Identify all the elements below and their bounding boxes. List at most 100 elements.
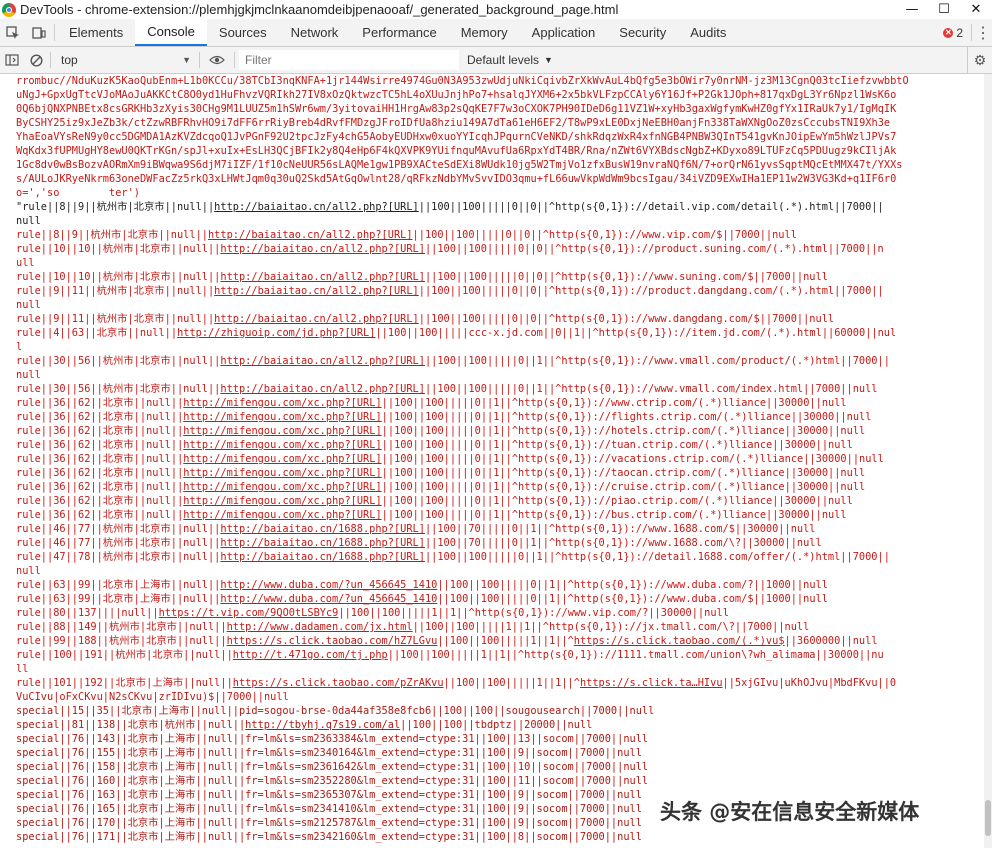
console-log-line: rule||30||56||杭州市|北京市||null||http://baia… bbox=[16, 355, 890, 367]
tab-performance[interactable]: Performance bbox=[350, 19, 448, 46]
console-log-line: rule||36||62||北京市||null||http://mifengou… bbox=[16, 425, 866, 437]
live-expression-eye-icon[interactable] bbox=[202, 55, 232, 65]
device-toolbar-icon[interactable] bbox=[26, 19, 52, 46]
console-link[interactable]: http://mifengou.com/xc.php?[URL] bbox=[183, 495, 381, 507]
watermark-text: 头条 @安在信息安全新媒体 bbox=[660, 800, 920, 824]
minimize-button[interactable]: — bbox=[896, 0, 928, 19]
console-link[interactable]: http://www.duba.com/?un_456645_1410 bbox=[220, 579, 437, 591]
console-link[interactable]: http://mifengou.com/xc.php?[URL] bbox=[183, 467, 381, 479]
console-log-line: rule||30||56||杭州市|北京市||null||http://baia… bbox=[16, 383, 878, 395]
console-blob-line: WqKdx3fUPMUgHY8ewU0QKTrKGn/spJl+xuIx+EsL… bbox=[16, 145, 897, 157]
console-link[interactable]: http://baiaitao.cn/all2.php?[URL] bbox=[208, 229, 413, 241]
console-log-line: "rule||8||9||杭州市|北京市||null||http://baiai… bbox=[16, 201, 884, 213]
console-blob-line: s/AULoJKRyeNkrm63oneDWFacZz5rkQ3xLHWtJqm… bbox=[16, 173, 897, 185]
console-log-line: special||81||138||北京市|杭州市||null||http://… bbox=[16, 719, 593, 731]
console-log-line: rule||36||62||北京市||null||http://mifengou… bbox=[16, 397, 847, 409]
console-link[interactable]: http://baiaitao.cn/all2.php?[URL] bbox=[214, 313, 419, 325]
console-scrollbar[interactable] bbox=[984, 74, 992, 848]
console-link[interactable]: http://baiaitao.cn/all2.php?[URL] bbox=[214, 201, 419, 213]
console-link[interactable]: https://s.click.taobao.com/pZrAKvu bbox=[233, 677, 444, 689]
console-link[interactable]: https://s.click.taobao.com/hZ7LGvu bbox=[227, 635, 438, 647]
console-link[interactable]: http://www.duba.com/?un_456645_1410 bbox=[220, 593, 437, 605]
close-button[interactable]: ✕ bbox=[960, 0, 992, 19]
console-link[interactable]: http://baiaitao.cn/1688.php?[URL] bbox=[220, 523, 425, 535]
console-scrollbar-thumb[interactable] bbox=[985, 800, 991, 836]
console-link[interactable]: http://mifengou.com/xc.php?[URL] bbox=[183, 439, 381, 451]
console-blob-line: YhaEoaVYsReN9y0cc5DGMDA1AzKVZdcqoQ1JvPGn… bbox=[16, 131, 897, 143]
console-log-line: ll bbox=[16, 663, 29, 675]
console-settings-gear-icon[interactable]: ⚙ bbox=[967, 47, 992, 73]
console-log-line: rule||4||63||北京市||null||http://zhiguoip.… bbox=[16, 327, 897, 339]
console-log-line: l bbox=[16, 341, 23, 353]
tab-sources[interactable]: Sources bbox=[207, 19, 279, 46]
filter-input[interactable] bbox=[239, 50, 459, 70]
error-icon: ✕ bbox=[943, 27, 954, 38]
console-link[interactable]: http://baiaitao.cn/all2.php?[URL] bbox=[220, 271, 425, 283]
console-log-line: special||76||158||北京市|上海市||null||fr=lm&l… bbox=[16, 761, 649, 773]
log-levels-label: Default levels bbox=[467, 53, 540, 67]
context-label: top bbox=[61, 53, 78, 67]
console-link[interactable]: http://mifengou.com/xc.php?[URL] bbox=[183, 453, 381, 465]
console-log-line: special||76||155||北京市|上海市||null||fr=lm&l… bbox=[16, 747, 642, 759]
console-link[interactable]: http://baiaitao.cn/all2.php?[URL] bbox=[220, 243, 425, 255]
console-log-line: rule||36||62||北京市||null||http://mifengou… bbox=[16, 509, 847, 521]
toolbar-divider bbox=[50, 52, 51, 68]
console-link[interactable]: http://mifengou.com/xc.php?[URL] bbox=[183, 481, 381, 493]
console-link[interactable]: https://t.vip.com/9QO0tLSBYc9 bbox=[159, 607, 339, 619]
console-sidebar-icon[interactable] bbox=[0, 47, 24, 73]
console-link[interactable]: http://baiaitao.cn/all2.php?[URL] bbox=[220, 355, 425, 367]
console-link[interactable]: http://mifengou.com/xc.php?[URL] bbox=[183, 397, 381, 409]
tab-console[interactable]: Console bbox=[135, 19, 207, 46]
console-log-line: special||76||160||北京市|上海市||null||fr=lm&l… bbox=[16, 775, 649, 787]
console-link[interactable]: http://mifengou.com/xc.php?[URL] bbox=[183, 509, 381, 521]
tab-security[interactable]: Security bbox=[607, 19, 678, 46]
console-log-line: rule||9||11||杭州市|北京市||null||http://baiai… bbox=[16, 285, 884, 297]
console-blob-line: rrombuc//NduKuzK5KaoQubEnm+L1b0KCCu/38TC… bbox=[16, 75, 909, 87]
chevron-down-icon: ▼ bbox=[544, 55, 553, 65]
console-link[interactable]: https://s.click.taobao.com/(.*)vu$ bbox=[574, 635, 785, 647]
console-log-line: special||15||35||北京市|上海市||null||pid=sogo… bbox=[16, 705, 655, 717]
tab-audits[interactable]: Audits bbox=[678, 19, 738, 46]
devtools-tab-bar: Elements Console Sources Network Perform… bbox=[0, 19, 992, 47]
console-link[interactable]: http://baiaitao.cn/all2.php?[URL] bbox=[214, 285, 419, 297]
inspect-element-icon[interactable] bbox=[0, 19, 26, 46]
log-levels-dropdown[interactable]: Default levels ▼ bbox=[467, 53, 553, 67]
console-blob-output: rrombuc//NduKuzK5KaoQubEnm+L1b0KCCu/38TC… bbox=[0, 74, 984, 200]
console-log-line: special||76||171||北京市|上海市||null||fr=lm&l… bbox=[16, 831, 642, 843]
tab-divider bbox=[54, 24, 55, 41]
console-log-line: rule||9||11||杭州市|北京市||null||http://baiai… bbox=[16, 313, 835, 325]
console-log-line: rule||36||62||北京市||null||http://mifengou… bbox=[16, 495, 853, 507]
console-blob-line: 1Gc8dv0wBsBozvAORmXm9iBWqwa9S6djM7iIZF/1… bbox=[16, 159, 903, 171]
tab-application[interactable]: Application bbox=[520, 19, 608, 46]
tab-network[interactable]: Network bbox=[279, 19, 351, 46]
console-link[interactable]: http://mifengou.com/xc.php?[URL] bbox=[183, 411, 381, 423]
tab-memory[interactable]: Memory bbox=[449, 19, 520, 46]
error-counter[interactable]: ✕ 2 bbox=[943, 19, 963, 46]
console-link[interactable]: http://baiaitao.cn/all2.php?[URL] bbox=[220, 383, 425, 395]
console-log-line: rule||63||99||北京市|上海市||null||http://www.… bbox=[16, 593, 828, 605]
tab-elements[interactable]: Elements bbox=[57, 19, 135, 46]
console-log-line: rule||36||62||北京市||null||http://mifengou… bbox=[16, 453, 884, 465]
console-blob-line: uNgJ+GpxUgTtcVJoMAoJuAKKCtC8O0yd1HuFhvzV… bbox=[16, 89, 897, 101]
console-log-line: rule||36||62||北京市||null||http://mifengou… bbox=[16, 481, 866, 493]
tab-divider bbox=[971, 24, 972, 41]
console-log-line: rule||46||77||杭州市|北京市||null||http://baia… bbox=[16, 523, 816, 535]
context-selector[interactable]: top ▼ bbox=[53, 47, 197, 73]
console-blob-line: 0Q6bjQNXPNBEtx8csGRKHb3zXyis30CHg9M1LUUZ… bbox=[16, 103, 897, 115]
console-link[interactable]: http://t.471go.com/tj.php bbox=[233, 649, 388, 661]
console-link[interactable]: http://www.dadamen.com/jx.html bbox=[227, 621, 413, 633]
console-log-line: ull bbox=[16, 257, 35, 269]
console-output[interactable]: rrombuc//NduKuzK5KaoQubEnm+L1b0KCCu/38TC… bbox=[0, 74, 984, 848]
console-link[interactable]: http://baiaitao.cn/1688.php?[URL] bbox=[220, 551, 425, 563]
console-log-line: rule||36||62||北京市||null||http://mifengou… bbox=[16, 439, 853, 451]
console-link[interactable]: http://tbyhj.q7s19.com/al bbox=[245, 719, 400, 731]
console-log-line: null bbox=[16, 565, 41, 577]
console-link[interactable]: http://baiaitao.cn/1688.php?[URL] bbox=[220, 537, 425, 549]
console-link[interactable]: https://s.click.ta…HIvu bbox=[580, 677, 723, 689]
more-options-icon[interactable]: ⋮ bbox=[974, 19, 992, 46]
console-link[interactable]: http://mifengou.com/xc.php?[URL] bbox=[183, 425, 381, 437]
console-log-line: rule||47||78||杭州市|北京市||null||http://baia… bbox=[16, 551, 890, 563]
console-link[interactable]: http://zhiguoip.com/jd.php?[URL] bbox=[177, 327, 375, 339]
clear-console-icon[interactable] bbox=[24, 47, 48, 73]
maximize-button[interactable]: ☐ bbox=[928, 0, 960, 19]
